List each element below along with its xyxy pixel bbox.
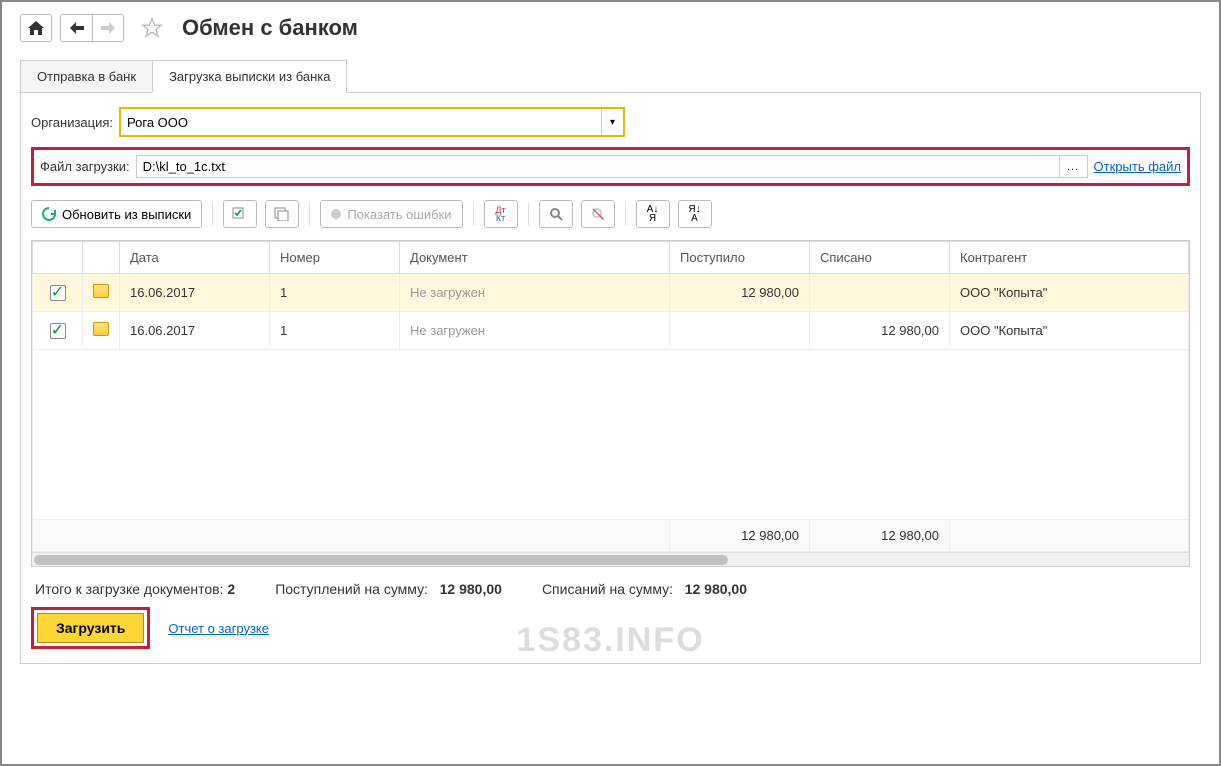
horizontal-scrollbar[interactable] xyxy=(32,552,1189,566)
row-checkbox[interactable]: ✓ xyxy=(50,285,66,301)
total-received: 12 980,00 xyxy=(670,520,810,552)
organization-dropdown-button[interactable]: ▾ xyxy=(601,109,623,135)
cell-received: 12 980,00 xyxy=(670,274,810,312)
home-icon xyxy=(28,21,44,35)
cell-date: 16.06.2017 xyxy=(120,312,270,350)
refresh-icon xyxy=(42,207,56,221)
show-errors-button[interactable]: Показать ошибки xyxy=(320,200,462,228)
organization-input[interactable] xyxy=(121,109,601,135)
cell-debited: 12 980,00 xyxy=(810,312,950,350)
cell-counterparty: ООО "Копыта" xyxy=(950,312,1189,350)
cell-document: Не загружен xyxy=(400,312,670,350)
document-icon xyxy=(93,284,109,298)
page-title: Обмен с банком xyxy=(182,15,358,41)
home-button[interactable] xyxy=(20,14,52,42)
sort-asc-icon: A↓Я xyxy=(647,205,659,223)
received-sum-value: 12 980,00 xyxy=(440,581,502,597)
received-sum-label: Поступлений на сумму: xyxy=(275,581,428,597)
col-document[interactable]: Документ xyxy=(400,242,670,274)
cell-document: Не загружен xyxy=(400,274,670,312)
col-counterparty[interactable]: Контрагент xyxy=(950,242,1189,274)
document-icon xyxy=(93,322,109,336)
col-number[interactable]: Номер xyxy=(270,242,400,274)
table-row[interactable]: ✓ 16.06.20171Не загружен12 980,00 ООО "Коп… xyxy=(33,274,1189,312)
organization-label: Организация: xyxy=(31,115,113,130)
tab-send-to-bank[interactable]: Отправка в банк xyxy=(20,60,153,92)
cell-number: 1 xyxy=(270,274,400,312)
favorite-star-icon[interactable] xyxy=(138,14,166,42)
uncheck-all-button[interactable] xyxy=(265,200,299,228)
dtkt-button[interactable]: ДтКт xyxy=(484,200,518,228)
clear-search-icon xyxy=(591,207,605,221)
table-row[interactable]: ✓ 16.06.20171Не загружен 12 980,00ООО "Коп… xyxy=(33,312,1189,350)
docs-count-value: 2 xyxy=(227,581,235,597)
cell-counterparty: ООО "Копыта" xyxy=(950,274,1189,312)
load-button-highlight: Загрузить xyxy=(31,607,150,649)
col-received[interactable]: Поступило xyxy=(670,242,810,274)
sort-desc-icon: Я↓A xyxy=(688,205,700,223)
row-checkbox[interactable]: ✓ xyxy=(50,323,66,339)
search-icon xyxy=(549,207,563,221)
docs-count-label: Итого к загрузке документов: xyxy=(35,581,224,597)
debited-sum-label: Списаний на сумму: xyxy=(542,581,673,597)
totals-row: 12 980,00 12 980,00 xyxy=(33,520,1189,552)
uncheck-all-icon xyxy=(274,207,290,221)
back-button[interactable] xyxy=(60,14,92,42)
arrow-right-icon xyxy=(101,22,115,34)
cell-date: 16.06.2017 xyxy=(120,274,270,312)
load-button[interactable]: Загрузить xyxy=(37,613,144,643)
file-browse-button[interactable]: ... xyxy=(1059,156,1087,177)
dtkt-icon: ДтКт xyxy=(495,206,505,222)
organization-field-wrap: ▾ xyxy=(119,107,625,137)
sort-asc-button[interactable]: A↓Я xyxy=(636,200,670,228)
file-row-highlight: Файл загрузки: ... Открыть файл xyxy=(31,147,1190,186)
refresh-from-statement-button[interactable]: Обновить из выписки xyxy=(31,200,202,228)
file-path-input[interactable] xyxy=(137,156,1059,177)
load-report-link[interactable]: Отчет о загрузке xyxy=(168,621,269,636)
col-date[interactable]: Дата xyxy=(120,242,270,274)
sort-desc-button[interactable]: Я↓A xyxy=(678,200,712,228)
tab-load-from-bank[interactable]: Загрузка выписки из банка xyxy=(152,60,347,93)
debited-sum-value: 12 980,00 xyxy=(685,581,747,597)
search-button[interactable] xyxy=(539,200,573,228)
cell-received xyxy=(670,312,810,350)
error-dot-icon xyxy=(331,209,341,219)
arrow-left-icon xyxy=(70,22,84,34)
cell-debited xyxy=(810,274,950,312)
check-all-icon xyxy=(232,207,248,221)
open-file-link[interactable]: Открыть файл xyxy=(1094,159,1181,174)
documents-table: Дата Номер Документ Поступило Списано Ко… xyxy=(32,241,1189,552)
check-all-button[interactable] xyxy=(223,200,257,228)
forward-button[interactable] xyxy=(92,14,124,42)
total-debited: 12 980,00 xyxy=(810,520,950,552)
col-debited[interactable]: Списано xyxy=(810,242,950,274)
clear-search-button[interactable] xyxy=(581,200,615,228)
cell-number: 1 xyxy=(270,312,400,350)
file-label: Файл загрузки: xyxy=(40,159,130,174)
